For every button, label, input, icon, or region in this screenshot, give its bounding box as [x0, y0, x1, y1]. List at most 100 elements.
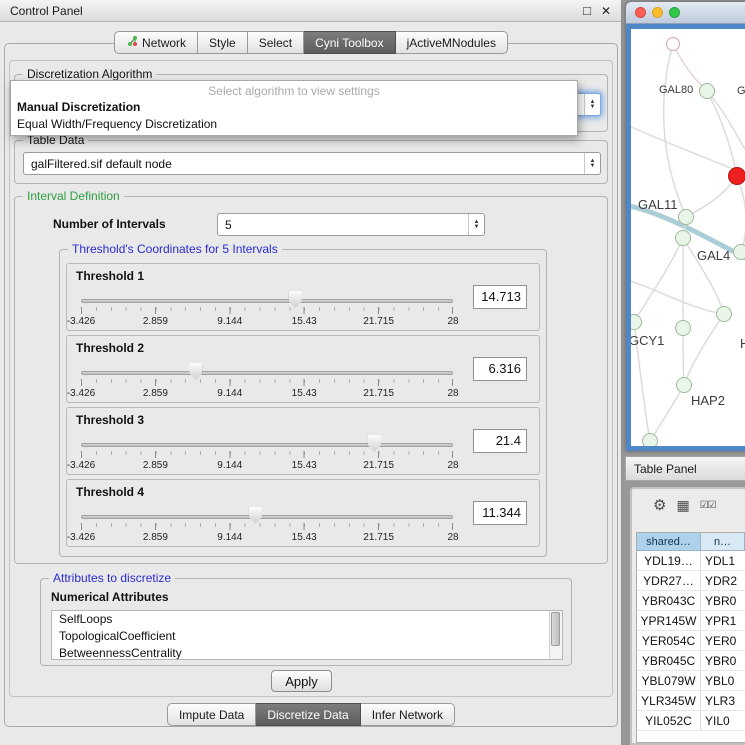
algorithm-option-equal-width-frequency[interactable]: Equal Width/Frequency Discretization	[11, 116, 577, 133]
table-row[interactable]: YER054CYER0	[637, 631, 745, 651]
table-row[interactable]: YIL052CYIL0	[637, 711, 745, 731]
network-node[interactable]	[666, 37, 680, 51]
table-cell: YDL19…	[637, 551, 701, 570]
tab-discretize-data[interactable]: Discretize Data	[256, 703, 360, 726]
threshold-slider[interactable]: -3.4262.8599.14415.4321.71528	[81, 358, 453, 402]
threshold-slider[interactable]: -3.4262.8599.14415.4321.71528	[81, 502, 453, 546]
tab-infer-network[interactable]: Infer Network	[361, 703, 455, 726]
network-node[interactable]	[675, 320, 691, 336]
attribute-list-item[interactable]: SelfLoops	[52, 611, 562, 628]
table-row[interactable]: YLR345WYLR3	[637, 691, 745, 711]
network-node-label: GCY1	[629, 333, 664, 348]
table-panel-titlebar: Table Panel	[625, 456, 745, 481]
slider-handle-icon[interactable]	[368, 435, 381, 452]
slider-handle-icon[interactable]	[249, 507, 262, 524]
network-node[interactable]	[716, 306, 732, 322]
table-row[interactable]: YDL19…YDL1	[637, 551, 745, 571]
threshold-panel: Threshold 4-3.4262.8599.14415.4321.71528…	[66, 479, 540, 547]
apply-button[interactable]: Apply	[271, 670, 332, 692]
group-title: Discretization Algorithm	[23, 67, 156, 81]
network-canvas[interactable]: GAL80GAGAL11GAL4GCY1HHAP2	[626, 24, 745, 451]
threshold-label: Threshold 2	[76, 341, 144, 355]
attribute-list-item[interactable]: TopologicalCoefficient	[52, 628, 562, 645]
slider-tick-label: 21.715	[363, 532, 394, 543]
table-cell: YBR0	[701, 591, 745, 610]
gear-icon[interactable]: ⚙	[653, 496, 666, 514]
slider-major-ticks	[81, 451, 453, 458]
network-node-label: GA	[737, 85, 745, 97]
tab-cyni-toolbox[interactable]: Cyni Toolbox	[304, 31, 395, 54]
network-node[interactable]	[699, 83, 715, 99]
network-node[interactable]	[733, 244, 745, 260]
bottom-tab-strip: Impute Data Discretize Data Infer Networ…	[0, 703, 622, 726]
threshold-value-field[interactable]: 6.316	[473, 357, 527, 381]
slider-track	[81, 371, 453, 375]
network-node[interactable]	[728, 167, 745, 185]
close-traffic-light-icon[interactable]	[635, 7, 646, 18]
table-cell: YLR3	[701, 691, 745, 710]
column-header-shared-name[interactable]: shared…	[637, 533, 701, 551]
control-panel-titlebar[interactable]: Control Panel □ ✕	[0, 0, 621, 22]
table-row[interactable]: YBL079WYBL0	[637, 671, 745, 691]
table-header-row: shared… n…	[637, 533, 745, 551]
threshold-slider[interactable]: -3.4262.8599.14415.4321.71528	[81, 286, 453, 330]
slider-tick-label: -3.426	[67, 532, 95, 543]
tab-impute-data[interactable]: Impute Data	[167, 703, 256, 726]
list-scrollbar[interactable]	[549, 611, 562, 659]
network-tab-icon	[126, 35, 138, 50]
table-row[interactable]: YPR145WYPR1	[637, 611, 745, 631]
network-node-label: GAL80	[659, 84, 693, 96]
table-data-selected-value: galFiltered.sif default node	[24, 157, 584, 171]
network-node[interactable]	[678, 209, 694, 225]
minimize-traffic-light-icon[interactable]	[652, 7, 663, 18]
window-title: Control Panel	[10, 4, 573, 18]
float-window-icon[interactable]: □	[583, 3, 591, 18]
tab-network[interactable]: Network	[114, 31, 198, 54]
slider-tick-label: 9.144	[217, 388, 242, 399]
network-view-window: GAL80GAGAL11GAL4GCY1HHAP2	[626, 2, 745, 451]
slider-tick-label: 28	[447, 460, 458, 471]
slider-handle-icon[interactable]	[189, 363, 202, 380]
table-row[interactable]: YDR27…YDR2	[637, 571, 745, 591]
network-node[interactable]	[642, 433, 658, 449]
network-node[interactable]	[676, 377, 692, 393]
column-header-name[interactable]: n…	[701, 533, 745, 551]
network-node[interactable]	[675, 230, 691, 246]
table-cell: YBR0	[701, 651, 745, 670]
slider-tick-label: 2.859	[143, 388, 168, 399]
table-row[interactable]: YBR045CYBR0	[637, 651, 745, 671]
network-node[interactable]	[626, 314, 642, 330]
table-data-group: Table Data galFiltered.sif default node …	[14, 140, 608, 184]
tab-select[interactable]: Select	[248, 31, 304, 54]
table-cell: YLR345W	[637, 691, 701, 710]
table-row[interactable]: YBR043CYBR0	[637, 591, 745, 611]
network-window-titlebar[interactable]	[626, 2, 745, 24]
number-of-intervals-select[interactable]: 5 ▲▼	[217, 213, 485, 236]
network-node-label: GAL4	[697, 248, 730, 263]
slider-tick-label: 21.715	[363, 388, 394, 399]
scrollbar-thumb[interactable]	[551, 612, 560, 646]
close-icon[interactable]: ✕	[601, 4, 611, 18]
numerical-attributes-list[interactable]: SelfLoopsTopologicalCoefficientBetweenne…	[51, 610, 563, 660]
slider-handle-icon[interactable]	[289, 291, 302, 308]
threshold-value-field[interactable]: 14.713	[473, 285, 527, 309]
threshold-slider[interactable]: -3.4262.8599.14415.4321.71528	[81, 430, 453, 474]
thresholds-group: Threshold's Coordinates for 5 Intervals …	[59, 249, 547, 557]
threshold-panel: Threshold 2-3.4262.8599.14415.4321.71528…	[66, 335, 540, 403]
threshold-value-field[interactable]: 21.4	[473, 429, 527, 453]
zoom-traffic-light-icon[interactable]	[669, 7, 680, 18]
tab-label: Discretize Data	[267, 708, 348, 722]
columns-icon[interactable]: ▦	[676, 497, 689, 514]
attribute-list-item[interactable]: BetweennessCentrality	[52, 645, 562, 660]
threshold-value-field[interactable]: 11.344	[473, 501, 527, 525]
tab-jactivemnodules[interactable]: jActiveMNodules	[396, 31, 508, 54]
select-columns-icon[interactable]: ☑☑	[700, 500, 716, 511]
attribute-items: SelfLoopsTopologicalCoefficientBetweenne…	[52, 611, 562, 660]
table-data-select[interactable]: galFiltered.sif default node ▲▼	[23, 152, 601, 175]
slider-tick-label: 28	[447, 388, 458, 399]
tab-label: Infer Network	[372, 708, 443, 722]
slider-track	[81, 443, 453, 447]
tab-style[interactable]: Style	[198, 31, 248, 54]
network-node-label: HAP2	[691, 393, 725, 408]
algorithm-option-manual-discretization[interactable]: Manual Discretization	[11, 99, 577, 116]
